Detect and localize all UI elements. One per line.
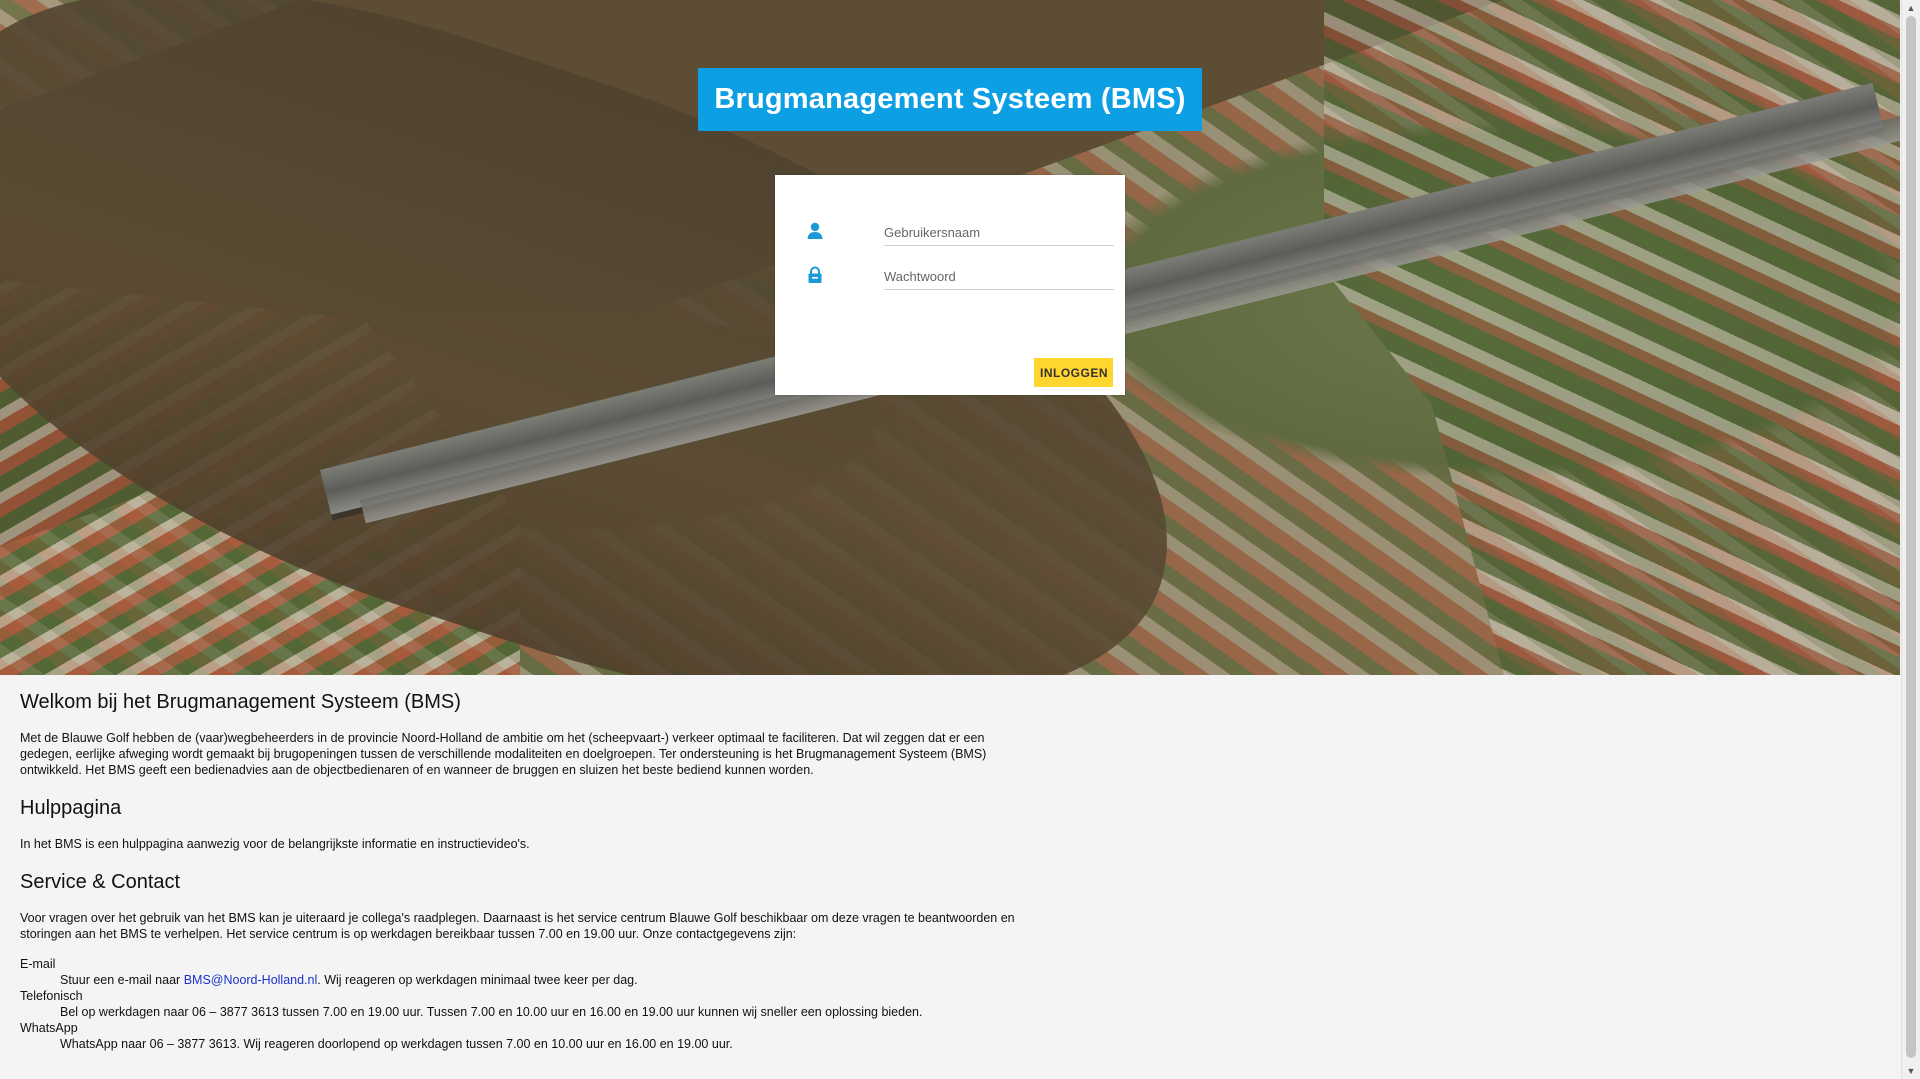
username-input[interactable] [884, 219, 1114, 246]
contact-heading: Service & Contact [20, 871, 181, 893]
email-label: E-mail [20, 957, 56, 971]
login-button[interactable]: INLOGGEN [1034, 358, 1113, 387]
phone-label: Telefonisch [20, 989, 83, 1003]
welcome-heading: Welkom bij het Brugmanagement Systeem (B… [20, 691, 461, 713]
contact-list: E-mail Stuur een e-mail naar BMS@Noord-H… [20, 956, 1030, 1052]
whatsapp-description: WhatsApp naar 06 – 3877 3613. Wij reager… [60, 1037, 733, 1051]
vertical-scrollbar[interactable]: ▲ ▼ [1901, 0, 1920, 1079]
lock-icon [808, 266, 822, 283]
hero-town-right [1324, 0, 1900, 675]
scroll-down-icon[interactable]: ▼ [1902, 1063, 1920, 1079]
user-icon [807, 222, 823, 239]
email-suffix: . Wij reageren op werkdagen minimaal twe… [317, 973, 638, 987]
welcome-text: Met de Blauwe Golf hebben de (vaar)wegbe… [20, 731, 987, 777]
main-content: Welkom bij het Brugmanagement Systeem (B… [20, 690, 1030, 1052]
password-row [805, 259, 1114, 295]
whatsapp-label: WhatsApp [20, 1021, 78, 1035]
username-row [805, 215, 1114, 251]
scroll-thumb[interactable] [1906, 16, 1916, 1058]
login-form: INLOGGEN [775, 175, 1125, 395]
email-description: Stuur een e-mail naar BMS@Noord-Holland.… [60, 972, 1030, 988]
email-prefix: Stuur een e-mail naar [60, 973, 184, 987]
scroll-up-icon[interactable]: ▲ [1902, 0, 1920, 16]
help-heading: Hulppagina [20, 797, 122, 819]
page-title: Brugmanagement Systeem (BMS) [698, 68, 1202, 131]
contact-text: Voor vragen over het gebruik van het BMS… [20, 911, 1015, 941]
phone-description: Bel op werkdagen naar 06 – 3877 3613 tus… [60, 1005, 923, 1019]
email-link[interactable]: BMS@Noord-Holland.nl [184, 973, 318, 987]
help-text: In het BMS is een hulppagina aanwezig vo… [20, 837, 530, 851]
password-input[interactable] [884, 263, 1114, 290]
